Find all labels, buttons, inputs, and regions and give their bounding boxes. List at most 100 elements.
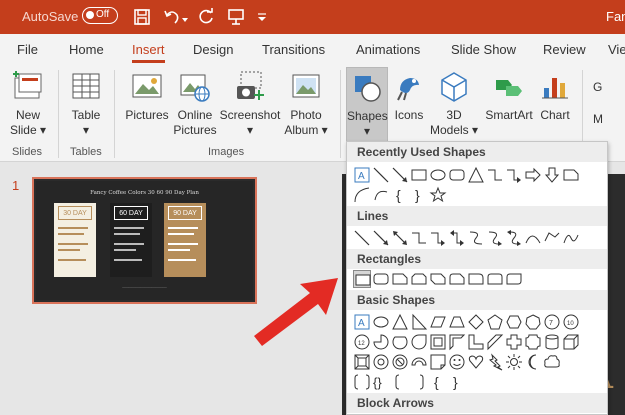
cross-shape[interactable] — [505, 333, 523, 351]
customize-toolbar-icon[interactable] — [256, 11, 268, 23]
my-addins-truncated-button[interactable]: M — [593, 112, 625, 127]
hexagon-shape[interactable] — [505, 313, 523, 331]
donut-shape[interactable] — [372, 353, 390, 371]
table-button[interactable]: Table ▾ — [66, 70, 106, 138]
teardrop-shape[interactable] — [410, 333, 428, 351]
bevel-shape[interactable] — [353, 353, 371, 371]
trapezoid-shape[interactable] — [448, 313, 466, 331]
oval-shape[interactable] — [372, 313, 390, 331]
oval-shape[interactable] — [429, 166, 447, 184]
can-shape[interactable] — [543, 333, 561, 351]
folded-corner-shape[interactable] — [429, 353, 447, 371]
no-symbol-shape[interactable] — [391, 353, 409, 371]
double-arrow-line-shape[interactable] — [391, 229, 409, 247]
triangle-shape[interactable] — [467, 166, 485, 184]
right-arrow-shape[interactable] — [524, 166, 542, 184]
decagon-shape[interactable]: 10 — [562, 313, 580, 331]
3d-models-button[interactable]: 3D Models ▾ — [428, 70, 480, 138]
line-shape[interactable] — [372, 166, 390, 184]
octagon-shape[interactable]: 7 — [543, 313, 561, 331]
rounded-rectangle-shape[interactable] — [372, 270, 390, 288]
rounded-rectangle-shape[interactable] — [448, 166, 466, 184]
block-arc-shape[interactable] — [410, 353, 428, 371]
tab-animations[interactable]: Animations — [356, 42, 420, 57]
right-brace-shape[interactable]: } — [410, 186, 428, 204]
smartart-button[interactable]: SmartArt — [482, 70, 536, 123]
pie-shape[interactable] — [372, 333, 390, 351]
undo-icon[interactable] — [162, 7, 182, 27]
rectangle-shape[interactable] — [410, 166, 428, 184]
arc-shape[interactable] — [372, 186, 390, 204]
snip-diagonal-corner-rectangle-shape[interactable] — [429, 270, 447, 288]
pentagon-shape[interactable] — [486, 313, 504, 331]
elbow-connector-shape[interactable] — [486, 166, 504, 184]
snip-same-side-corner-rectangle-shape[interactable] — [410, 270, 428, 288]
tab-slide-show[interactable]: Slide Show — [451, 42, 516, 57]
elbow-arrow-connector-shape[interactable] — [505, 166, 523, 184]
photo-album-button[interactable]: Photo Album ▾ — [282, 70, 330, 138]
chord-shape[interactable] — [391, 333, 409, 351]
curve-shape[interactable] — [524, 229, 542, 247]
right-triangle-shape[interactable] — [410, 313, 428, 331]
moon-shape[interactable] — [524, 353, 542, 371]
present-icon[interactable] — [226, 7, 246, 27]
smiley-face-shape[interactable] — [448, 353, 466, 371]
round-single-corner-rectangle-shape[interactable] — [467, 270, 485, 288]
curved-connector-shape[interactable] — [353, 186, 371, 204]
elbow-arrow-connector-shape[interactable] — [429, 229, 447, 247]
elbow-connector-shape[interactable] — [410, 229, 428, 247]
snip-round-corner-rectangle-shape[interactable] — [448, 270, 466, 288]
tab-insert[interactable]: Insert — [132, 42, 165, 63]
sun-shape[interactable] — [505, 353, 523, 371]
left-brace-shape[interactable]: { — [391, 186, 409, 204]
tab-file[interactable]: File — [17, 42, 38, 57]
diamond-shape[interactable] — [467, 313, 485, 331]
rectangle-shape-selected[interactable] — [353, 270, 371, 288]
screenshot-button[interactable]: Screenshot ▾ — [218, 70, 282, 138]
text-box-shape[interactable]: A — [353, 166, 371, 184]
redo-icon[interactable] — [196, 7, 216, 27]
undo-dropdown-icon[interactable] — [180, 12, 190, 22]
right-brace-shape[interactable]: } — [448, 373, 466, 391]
shapes-button[interactable]: Shapes ▾ — [346, 67, 388, 143]
line-shape[interactable] — [353, 229, 371, 247]
heart-shape[interactable] — [467, 353, 485, 371]
lightning-bolt-shape[interactable] — [486, 353, 504, 371]
right-bracket-shape[interactable] — [410, 373, 428, 391]
triangle-shape[interactable] — [391, 313, 409, 331]
double-brace-shape[interactable]: {} — [372, 373, 390, 391]
half-frame-shape[interactable] — [448, 333, 466, 351]
arrow-line-shape[interactable] — [391, 166, 409, 184]
double-bracket-shape[interactable] — [353, 373, 371, 391]
tab-transitions[interactable]: Transitions — [262, 42, 325, 57]
curved-double-arrow-connector-shape[interactable] — [505, 229, 523, 247]
curved-arrow-connector-shape[interactable] — [486, 229, 504, 247]
left-bracket-shape[interactable] — [391, 373, 409, 391]
save-icon[interactable] — [132, 7, 152, 27]
star-shape[interactable] — [429, 186, 447, 204]
dodecagon-shape[interactable]: 12 — [353, 333, 371, 351]
round-diagonal-corner-rectangle-shape[interactable] — [505, 270, 523, 288]
tab-home[interactable]: Home — [69, 42, 104, 57]
frame-shape[interactable] — [429, 333, 447, 351]
snip-single-corner-rectangle-shape[interactable] — [391, 270, 409, 288]
addins-truncated-button[interactable]: G — [593, 80, 625, 95]
pictures-button[interactable]: Pictures — [122, 70, 172, 123]
parallelogram-shape[interactable] — [429, 313, 447, 331]
curved-connector-shape[interactable] — [467, 229, 485, 247]
chart-button[interactable]: Chart — [536, 70, 574, 123]
online-pictures-button[interactable]: Online Pictures — [172, 70, 218, 138]
tab-design[interactable]: Design — [193, 42, 233, 57]
l-shape[interactable] — [467, 333, 485, 351]
tab-view[interactable]: Vie — [608, 42, 625, 57]
scribble-shape[interactable] — [562, 229, 580, 247]
diagonal-stripe-shape[interactable] — [486, 333, 504, 351]
autosave-toggle[interactable]: Off — [82, 7, 118, 24]
freeform-shape[interactable] — [543, 229, 561, 247]
left-brace-shape[interactable]: { — [429, 373, 447, 391]
cloud-shape[interactable] — [543, 353, 561, 371]
text-box-shape[interactable]: A — [353, 313, 371, 331]
elbow-double-arrow-connector-shape[interactable] — [448, 229, 466, 247]
slide-thumbnail[interactable]: Fancy Coffee Colors 30 60 90 Day Plan 30… — [32, 177, 257, 304]
cube-shape[interactable] — [562, 333, 580, 351]
